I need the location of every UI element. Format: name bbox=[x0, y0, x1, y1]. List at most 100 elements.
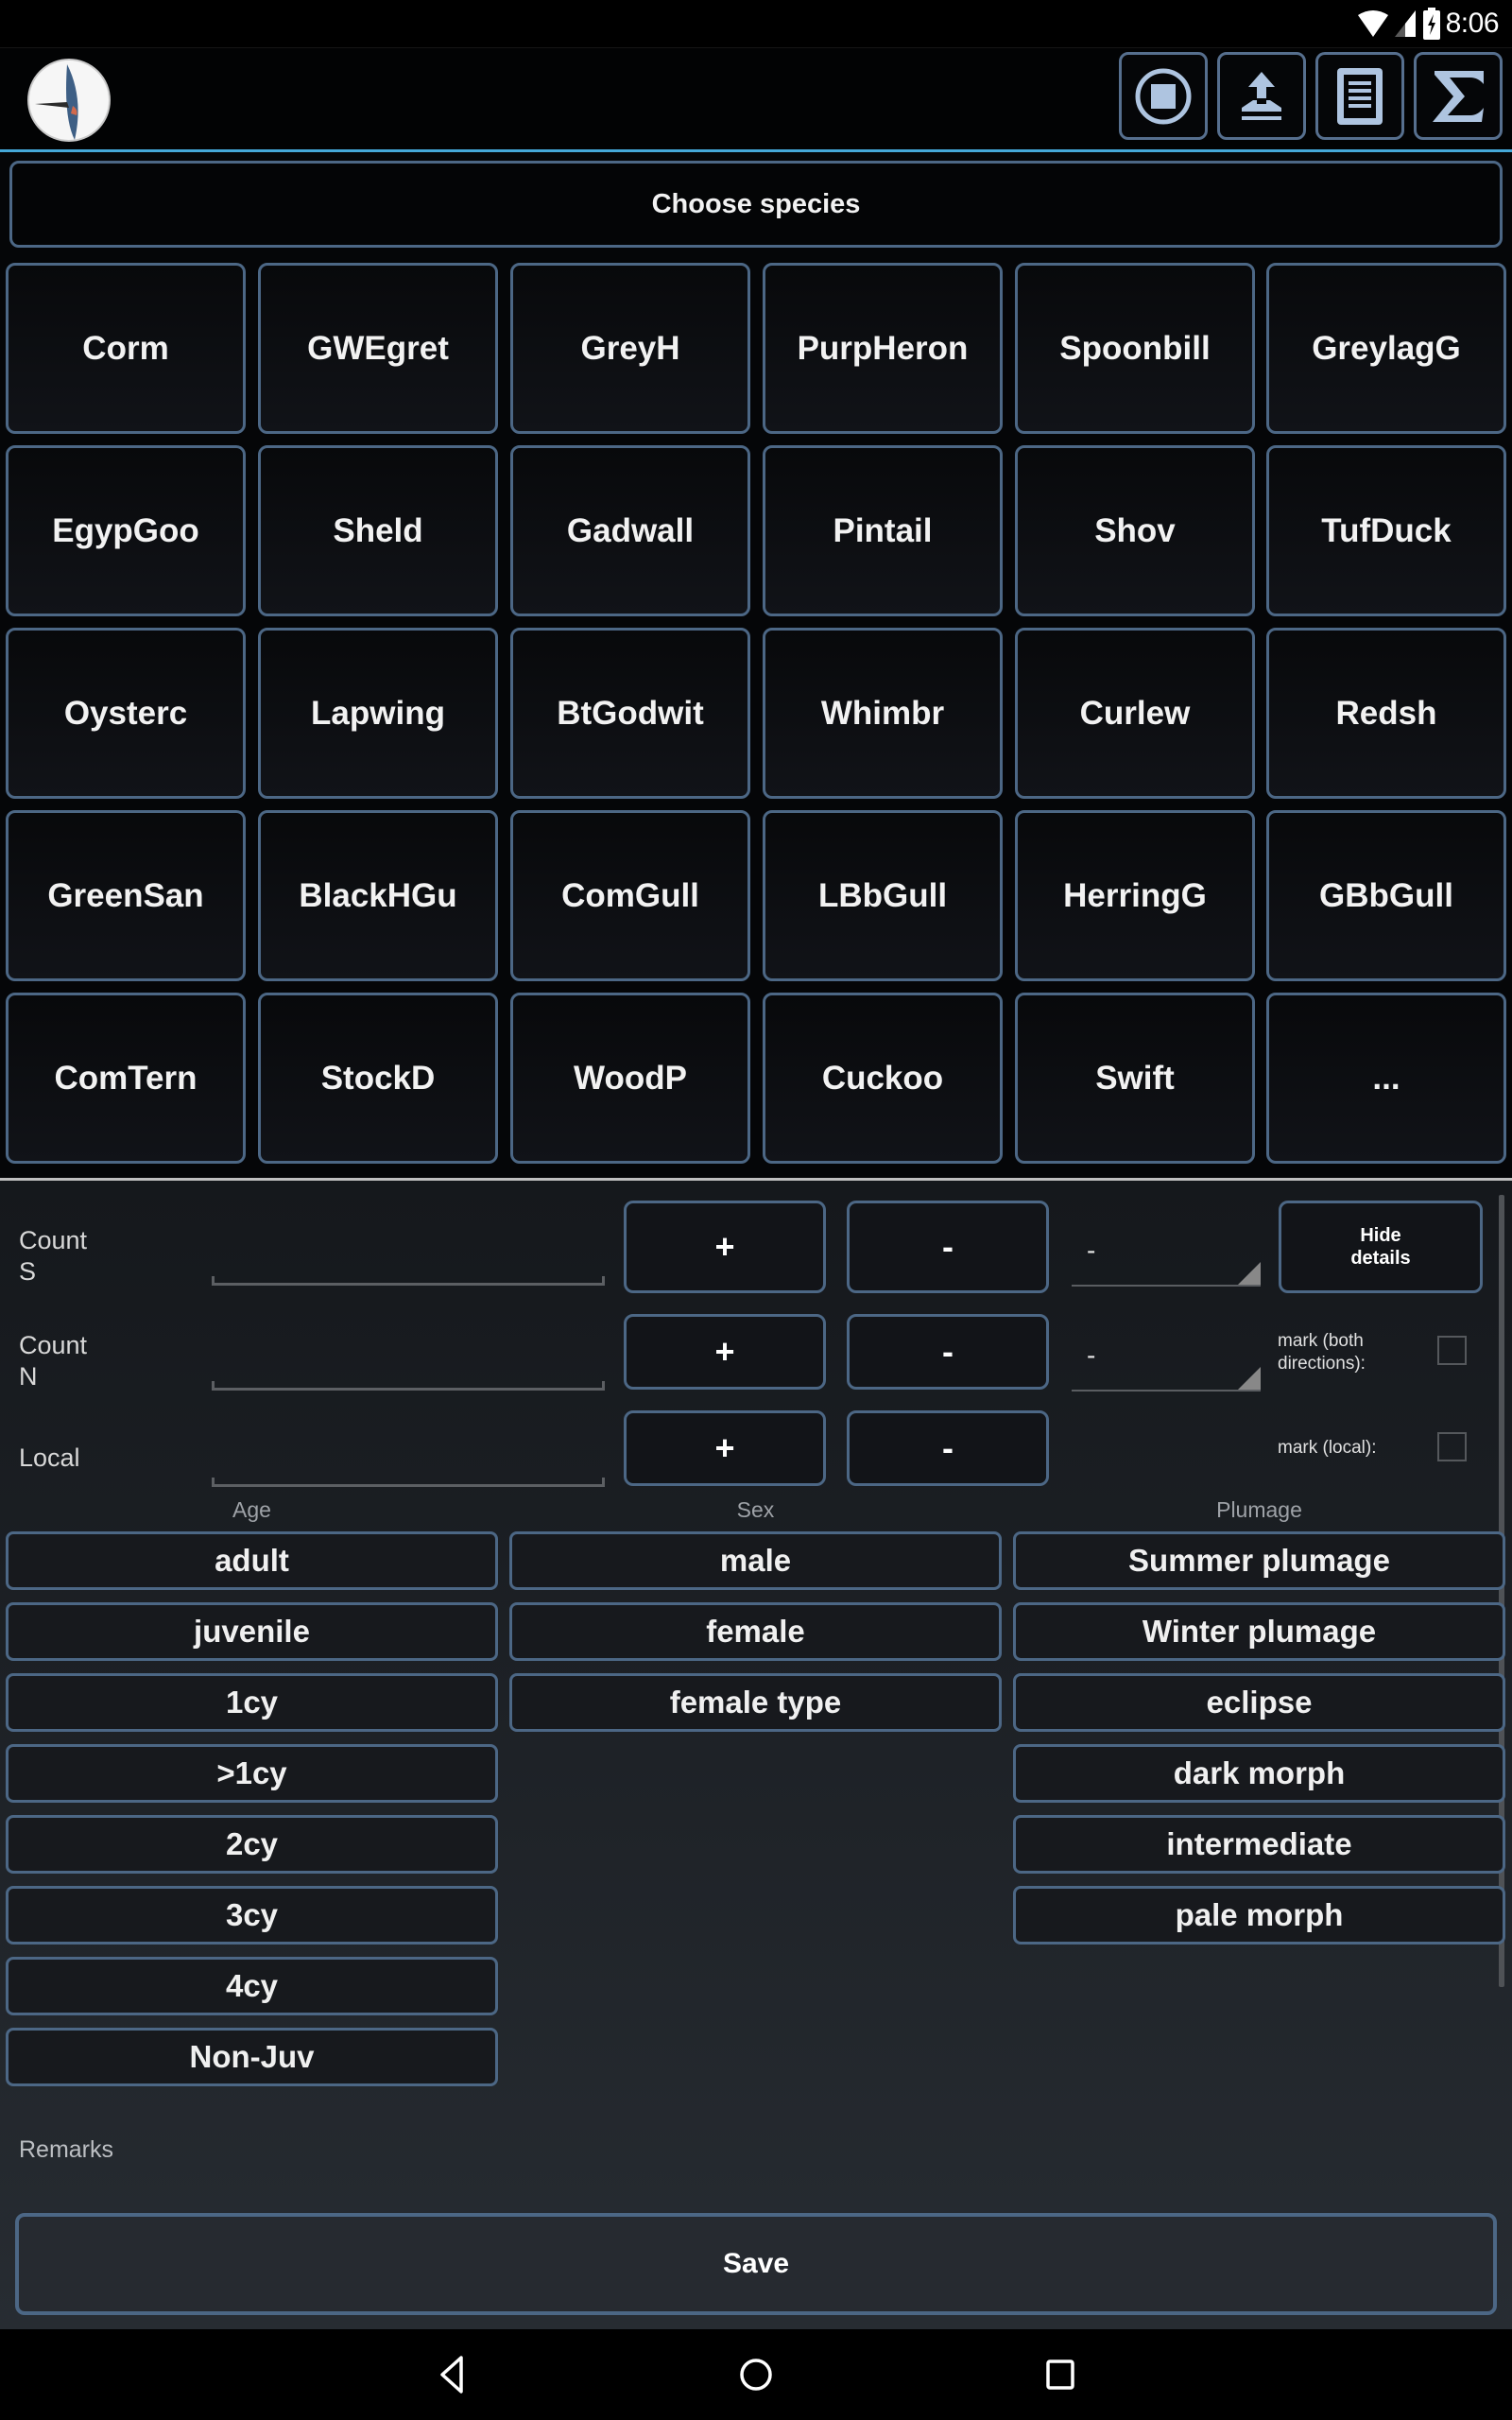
count-n-minus-button[interactable]: - bbox=[847, 1314, 1049, 1390]
back-icon bbox=[440, 2356, 463, 2394]
species-button[interactable]: Pintail bbox=[763, 445, 1003, 616]
dropdown-triangle-icon bbox=[1238, 1367, 1261, 1390]
species-button[interactable]: Curlew bbox=[1015, 628, 1255, 799]
count-s-minus-button[interactable]: - bbox=[847, 1201, 1049, 1293]
plumage-option-button[interactable]: Summer plumage bbox=[1013, 1531, 1505, 1590]
input-edge bbox=[212, 1478, 215, 1487]
species-button[interactable]: EgypGoo bbox=[6, 445, 246, 616]
clock: 8:06 bbox=[1445, 8, 1500, 39]
home-button[interactable] bbox=[699, 2329, 813, 2420]
cell-signal-icon bbox=[1394, 10, 1416, 37]
battery-charging-icon bbox=[1422, 8, 1440, 40]
stop-button[interactable] bbox=[1119, 52, 1208, 140]
direction-value: - bbox=[1087, 1340, 1096, 1370]
recents-icon bbox=[1046, 2360, 1074, 2390]
age-option-button[interactable]: 3cy bbox=[6, 1886, 498, 1945]
sum-button[interactable] bbox=[1414, 52, 1503, 140]
save-button[interactable]: Save bbox=[15, 2213, 1497, 2315]
species-button[interactable]: PurpHeron bbox=[763, 263, 1003, 434]
species-button[interactable]: WoodP bbox=[510, 993, 750, 1164]
sex-option-button[interactable]: female type bbox=[509, 1673, 1002, 1732]
choose-species-button[interactable]: Choose species bbox=[9, 161, 1503, 248]
count-n-label: Count N bbox=[19, 1331, 88, 1391]
age-option-button[interactable]: 4cy bbox=[6, 1957, 498, 2015]
sex-column-label: Sex bbox=[736, 1497, 775, 1522]
input-edge bbox=[212, 1276, 215, 1286]
input-edge bbox=[602, 1478, 605, 1487]
species-button[interactable]: HerringG bbox=[1015, 810, 1255, 981]
sex-option-button[interactable]: female bbox=[509, 1602, 1002, 1661]
mark-both-checkbox[interactable] bbox=[1437, 1336, 1467, 1365]
mark-local-label: mark (local): bbox=[1278, 1438, 1377, 1458]
age-option-button[interactable]: juvenile bbox=[6, 1602, 498, 1661]
plumage-option-button[interactable]: intermediate bbox=[1013, 1815, 1505, 1874]
count-n-plus-button[interactable]: + bbox=[624, 1314, 826, 1390]
age-option-button[interactable]: 2cy bbox=[6, 1815, 498, 1874]
species-button[interactable]: LBbGull bbox=[763, 810, 1003, 981]
input-edge bbox=[602, 1381, 605, 1391]
species-button[interactable]: Cuckoo bbox=[763, 993, 1003, 1164]
species-button[interactable]: TufDuck bbox=[1266, 445, 1506, 616]
species-button[interactable]: Whimbr bbox=[763, 628, 1003, 799]
species-button[interactable]: GreenSan bbox=[6, 810, 246, 981]
species-button[interactable]: ComGull bbox=[510, 810, 750, 981]
plumage-option-button[interactable]: dark morph bbox=[1013, 1744, 1505, 1803]
count-s-plus-button[interactable]: + bbox=[624, 1201, 826, 1293]
count-n-direction-select[interactable]: - bbox=[1072, 1335, 1261, 1392]
mark-local-checkbox[interactable] bbox=[1437, 1432, 1467, 1461]
count-s-direction-select[interactable]: - bbox=[1072, 1230, 1261, 1287]
plumage-option-button[interactable]: eclipse bbox=[1013, 1673, 1505, 1732]
species-button[interactable]: Sheld bbox=[258, 445, 498, 616]
remarks-label: Remarks bbox=[19, 2136, 114, 2163]
direction-value: - bbox=[1087, 1236, 1096, 1265]
app-logo[interactable] bbox=[27, 59, 111, 142]
species-button[interactable]: StockD bbox=[258, 993, 498, 1164]
species-button[interactable]: BlackHGu bbox=[258, 810, 498, 981]
status-bar: 8:06 bbox=[0, 0, 1512, 47]
species-button[interactable]: Spoonbill bbox=[1015, 263, 1255, 434]
stop-circle-icon bbox=[1135, 68, 1192, 124]
species-button[interactable]: Gadwall bbox=[510, 445, 750, 616]
status-icons: 8:06 bbox=[1357, 6, 1500, 42]
count-s-label: Count S bbox=[19, 1226, 88, 1286]
species-button[interactable]: Oysterc bbox=[6, 628, 246, 799]
species-button[interactable]: GreylagG bbox=[1266, 263, 1506, 434]
more-species-button[interactable]: ... bbox=[1266, 993, 1506, 1164]
species-button[interactable]: GBbGull bbox=[1266, 810, 1506, 981]
plumage-option-button[interactable]: Winter plumage bbox=[1013, 1602, 1505, 1661]
upload-tray-icon bbox=[1242, 71, 1281, 120]
system-nav-bar bbox=[0, 2329, 1512, 2420]
upload-button[interactable] bbox=[1217, 52, 1306, 140]
age-option-button[interactable]: >1cy bbox=[6, 1744, 498, 1803]
local-minus-button[interactable]: - bbox=[847, 1410, 1049, 1486]
age-option-button[interactable]: adult bbox=[6, 1531, 498, 1590]
species-button[interactable]: Redsh bbox=[1266, 628, 1506, 799]
local-input[interactable] bbox=[212, 1430, 605, 1487]
species-button[interactable]: ComTern bbox=[6, 993, 246, 1164]
count-s-input[interactable] bbox=[212, 1229, 605, 1286]
age-option-button[interactable]: 1cy bbox=[6, 1673, 498, 1732]
sex-option-button[interactable]: male bbox=[509, 1531, 1002, 1590]
recents-button[interactable] bbox=[1004, 2329, 1117, 2420]
species-button[interactable]: GreyH bbox=[510, 263, 750, 434]
plumage-option-button[interactable]: pale morph bbox=[1013, 1886, 1505, 1945]
species-button[interactable]: Shov bbox=[1015, 445, 1255, 616]
species-button[interactable]: BtGodwit bbox=[510, 628, 750, 799]
age-option-button[interactable]: Non-Juv bbox=[6, 2028, 498, 2086]
input-edge bbox=[212, 1381, 215, 1391]
back-button[interactable] bbox=[395, 2329, 508, 2420]
local-label: Local bbox=[19, 1443, 80, 1472]
list-button[interactable] bbox=[1315, 52, 1404, 140]
plumage-column-label: Plumage bbox=[1216, 1497, 1302, 1522]
species-button[interactable]: Swift bbox=[1015, 993, 1255, 1164]
species-button[interactable]: Corm bbox=[6, 263, 246, 434]
hide-details-button[interactable]: Hide details bbox=[1279, 1201, 1483, 1293]
local-plus-button[interactable]: + bbox=[624, 1410, 826, 1486]
species-button[interactable]: GWEgret bbox=[258, 263, 498, 434]
swallow-logo-icon bbox=[35, 64, 78, 140]
species-button[interactable]: Lapwing bbox=[258, 628, 498, 799]
wifi-icon bbox=[1357, 10, 1388, 37]
count-n-input[interactable] bbox=[212, 1334, 605, 1391]
dropdown-triangle-icon bbox=[1238, 1262, 1261, 1285]
sigma-icon bbox=[1433, 70, 1484, 122]
